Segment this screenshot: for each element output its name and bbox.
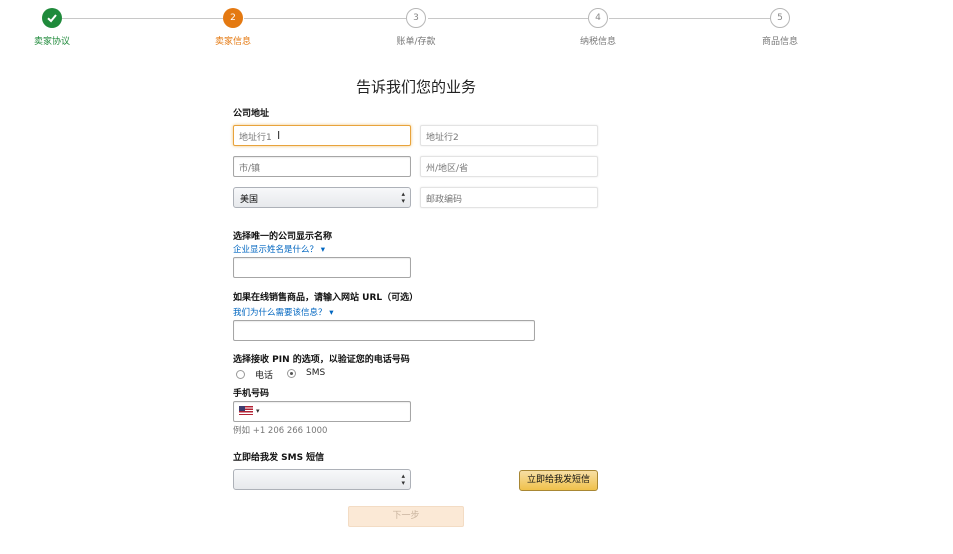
sms-language-label: 立即给我发 SMS 短信 — [233, 453, 325, 463]
address-line2-placeholder: 地址行2 — [426, 133, 459, 143]
step-connector — [609, 18, 770, 19]
phone-input[interactable]: ▾ — [233, 401, 411, 422]
country-code-dropdown[interactable]: ▾ — [239, 406, 260, 416]
step-3-circle: 3 — [406, 8, 426, 28]
pin-option-label: 选择接收 PIN 的选项，以验证您的电话号码 — [233, 355, 410, 365]
step-1-check-icon — [42, 8, 62, 28]
info-dropdown-icon: ▾ — [329, 308, 334, 318]
display-name-help-link[interactable]: 企业显示姓名是什么？ ▾ — [233, 243, 325, 255]
display-name-label: 选择唯一的公司显示名称 — [233, 232, 333, 242]
radio-phone[interactable]: 电话 — [236, 368, 273, 381]
progress-stepper: 2 3 4 5 卖家协议 卖家信息 账单/存款 纳税信息 商品信息 — [0, 0, 953, 50]
radio-phone-label: 电话 — [255, 371, 274, 381]
website-label: 如果在线销售商品，请输入网站 URL（可选） — [233, 293, 419, 303]
website-help-link[interactable]: 我们为什么需要该信息？ ▾ — [233, 306, 334, 318]
phone-label: 手机号码 — [233, 389, 270, 399]
city-input[interactable]: 市/镇 — [233, 156, 411, 177]
country-selected-value: 美国 — [240, 195, 259, 205]
website-url-input[interactable] — [233, 320, 535, 341]
zip-input[interactable]: 邮政编码 — [420, 187, 598, 208]
country-select[interactable]: 美国 ▴ ▾ — [233, 187, 411, 208]
display-name-input[interactable] — [233, 257, 411, 278]
us-flag-icon — [239, 406, 253, 415]
step-5-label: 商品信息 — [761, 37, 798, 47]
zip-placeholder: 邮政编码 — [426, 195, 463, 205]
website-help-text: 我们为什么需要该信息？ — [233, 308, 327, 318]
address-label: 公司地址 — [233, 109, 270, 119]
state-placeholder: 州/地区/省 — [426, 164, 469, 174]
state-input[interactable]: 州/地区/省 — [420, 156, 598, 177]
radio-sms[interactable]: SMS — [287, 368, 325, 378]
address-line1-input[interactable]: 地址行1 I — [233, 125, 411, 146]
display-name-help-text: 企业显示姓名是什么？ — [233, 245, 319, 255]
step-4-circle: 4 — [588, 8, 608, 28]
radio-phone-button[interactable] — [236, 370, 245, 379]
step-connector — [428, 18, 588, 19]
next-button[interactable]: 下一步 — [348, 506, 464, 527]
text-cursor-icon: I — [277, 129, 281, 142]
chevron-down-icon: ▾ — [256, 407, 260, 415]
radio-sms-label: SMS — [306, 368, 326, 378]
select-arrows-icon: ▴ ▾ — [401, 472, 405, 487]
address-line1-placeholder: 地址行1 — [239, 133, 272, 143]
radio-sms-button[interactable] — [287, 368, 296, 378]
sms-language-select[interactable]: ▴ ▾ — [233, 469, 411, 490]
step-connector — [244, 18, 406, 19]
step-2-label: 卖家信息 — [214, 37, 251, 47]
phone-example-hint: 例如 +1 206 266 1000 — [233, 426, 328, 436]
address-line2-input[interactable]: 地址行2 — [420, 125, 598, 146]
step-3-label: 账单/存款 — [396, 37, 436, 47]
step-connector — [62, 18, 223, 19]
send-sms-button[interactable]: 立即给我发短信 — [519, 470, 598, 491]
step-5-circle: 5 — [770, 8, 790, 28]
step-4-label: 纳税信息 — [579, 37, 616, 47]
step-2-circle: 2 — [223, 8, 243, 28]
info-dropdown-icon: ▾ — [320, 245, 325, 255]
page-title: 告诉我们您的业务 — [355, 78, 476, 96]
select-arrows-icon: ▴ ▾ — [401, 190, 405, 205]
step-1-label: 卖家协议 — [33, 37, 70, 47]
city-placeholder: 市/镇 — [239, 164, 261, 174]
